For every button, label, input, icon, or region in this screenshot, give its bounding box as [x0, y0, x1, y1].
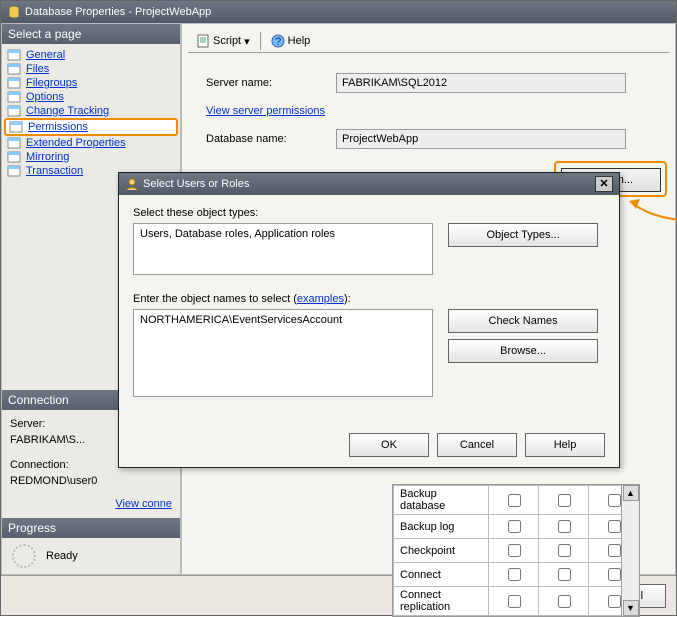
- title-bar: Database Properties - ProjectWebApp: [1, 1, 676, 23]
- page-item-permissions[interactable]: Permissions: [4, 118, 178, 136]
- user-icon: [125, 177, 139, 191]
- page-list: General Files Filegroups Options Change Trac…: [2, 44, 180, 182]
- script-label: Script: [213, 35, 241, 47]
- perm-withgrant-checkbox[interactable]: [539, 587, 589, 616]
- chevron-down-icon: ▾: [244, 35, 250, 48]
- page-label: Options: [26, 91, 64, 103]
- perm-grant-checkbox[interactable]: [489, 515, 539, 539]
- page-item-extended-properties[interactable]: Extended Properties: [4, 136, 178, 150]
- page-item-filegroups[interactable]: Filegroups: [4, 76, 178, 90]
- perm-grant-checkbox[interactable]: [489, 587, 539, 616]
- page-label: Permissions: [28, 121, 88, 133]
- progress-status: Ready: [46, 550, 78, 562]
- script-button[interactable]: Script ▾: [192, 32, 254, 50]
- server-name-field: FABRIKAM\SQL2012: [336, 73, 626, 93]
- table-scrollbar[interactable]: ▲ ▼: [621, 485, 639, 616]
- scroll-up-icon[interactable]: ▲: [623, 485, 639, 501]
- help-icon: ?: [271, 34, 285, 48]
- progress-spinner-icon: [12, 544, 36, 568]
- select-page-header: Select a page: [2, 24, 180, 44]
- window-title: Database Properties - ProjectWebApp: [25, 6, 211, 18]
- perm-name: Connect replication: [394, 587, 489, 616]
- page-icon: [6, 63, 22, 75]
- help-button[interactable]: ? Help: [267, 32, 315, 50]
- object-types-button[interactable]: Object Types...: [448, 223, 598, 247]
- database-icon: [7, 5, 21, 19]
- page-icon: [6, 49, 22, 61]
- perm-name: Backup log: [394, 515, 489, 539]
- page-item-mirroring[interactable]: Mirroring: [4, 150, 178, 164]
- page-icon: [6, 137, 22, 149]
- page-label: Files: [26, 63, 49, 75]
- perm-name: Backup database: [394, 486, 489, 515]
- page-label: Change Tracking: [26, 105, 109, 117]
- progress-header: Progress: [2, 518, 180, 538]
- page-label: Mirroring: [26, 151, 69, 163]
- dialog-ok-button[interactable]: OK: [349, 433, 429, 457]
- page-icon: [6, 165, 22, 177]
- page-item-options[interactable]: Options: [4, 90, 178, 104]
- svg-text:?: ?: [275, 36, 281, 48]
- server-name-label: Server name:: [206, 77, 336, 89]
- object-names-input[interactable]: NORTHAMERICA\EventServicesAccount: [133, 309, 433, 397]
- table-row[interactable]: Backup database: [394, 486, 639, 515]
- table-row[interactable]: Backup log: [394, 515, 639, 539]
- page-label: Filegroups: [26, 77, 77, 89]
- page-icon: [6, 91, 22, 103]
- perm-withgrant-checkbox[interactable]: [539, 486, 589, 515]
- page-label: General: [26, 49, 65, 61]
- table-row[interactable]: Checkpoint: [394, 539, 639, 563]
- perm-name: Checkpoint: [394, 539, 489, 563]
- permissions-table: Backup databaseBackup logCheckpointConne…: [392, 484, 640, 617]
- object-names-label: Enter the object names to select (exampl…: [133, 293, 605, 305]
- check-names-button[interactable]: Check Names: [448, 309, 598, 333]
- browse-button[interactable]: Browse...: [448, 339, 598, 363]
- perm-withgrant-checkbox[interactable]: [539, 515, 589, 539]
- object-types-box: Users, Database roles, Application roles: [133, 223, 433, 275]
- perm-withgrant-checkbox[interactable]: [539, 539, 589, 563]
- object-types-label: Select these object types:: [133, 207, 605, 219]
- perm-name: Connect: [394, 563, 489, 587]
- dialog-cancel-button[interactable]: Cancel: [437, 433, 517, 457]
- dialog-help-button[interactable]: Help: [525, 433, 605, 457]
- page-label: Transaction: [26, 165, 83, 177]
- perm-grant-checkbox[interactable]: [489, 563, 539, 587]
- perm-withgrant-checkbox[interactable]: [539, 563, 589, 587]
- page-icon: [8, 121, 24, 133]
- view-server-permissions-link[interactable]: View server permissions: [206, 105, 325, 117]
- perm-grant-checkbox[interactable]: [489, 539, 539, 563]
- select-users-dialog: Select Users or Roles ✕ Select these obj…: [118, 172, 620, 468]
- dialog-title: Select Users or Roles: [143, 178, 249, 190]
- examples-link[interactable]: examples: [297, 293, 344, 305]
- help-label: Help: [288, 35, 311, 47]
- table-row[interactable]: Connect: [394, 563, 639, 587]
- close-button[interactable]: ✕: [595, 176, 613, 192]
- page-label: Extended Properties: [26, 137, 126, 149]
- scroll-down-icon[interactable]: ▼: [623, 600, 639, 616]
- page-item-change-tracking[interactable]: Change Tracking: [4, 104, 178, 118]
- connection-value: REDMOND\user0: [10, 473, 172, 490]
- database-name-label: Database name:: [206, 133, 336, 145]
- page-item-files[interactable]: Files: [4, 62, 178, 76]
- database-name-field: ProjectWebApp: [336, 129, 626, 149]
- page-icon: [6, 151, 22, 163]
- toolbar: Script ▾ ? Help: [188, 30, 669, 53]
- view-connection-link[interactable]: View conne: [115, 498, 172, 510]
- table-row[interactable]: Connect replication: [394, 587, 639, 616]
- page-icon: [6, 105, 22, 117]
- page-icon: [6, 77, 22, 89]
- script-icon: [196, 34, 210, 48]
- page-item-general[interactable]: General: [4, 48, 178, 62]
- perm-grant-checkbox[interactable]: [489, 486, 539, 515]
